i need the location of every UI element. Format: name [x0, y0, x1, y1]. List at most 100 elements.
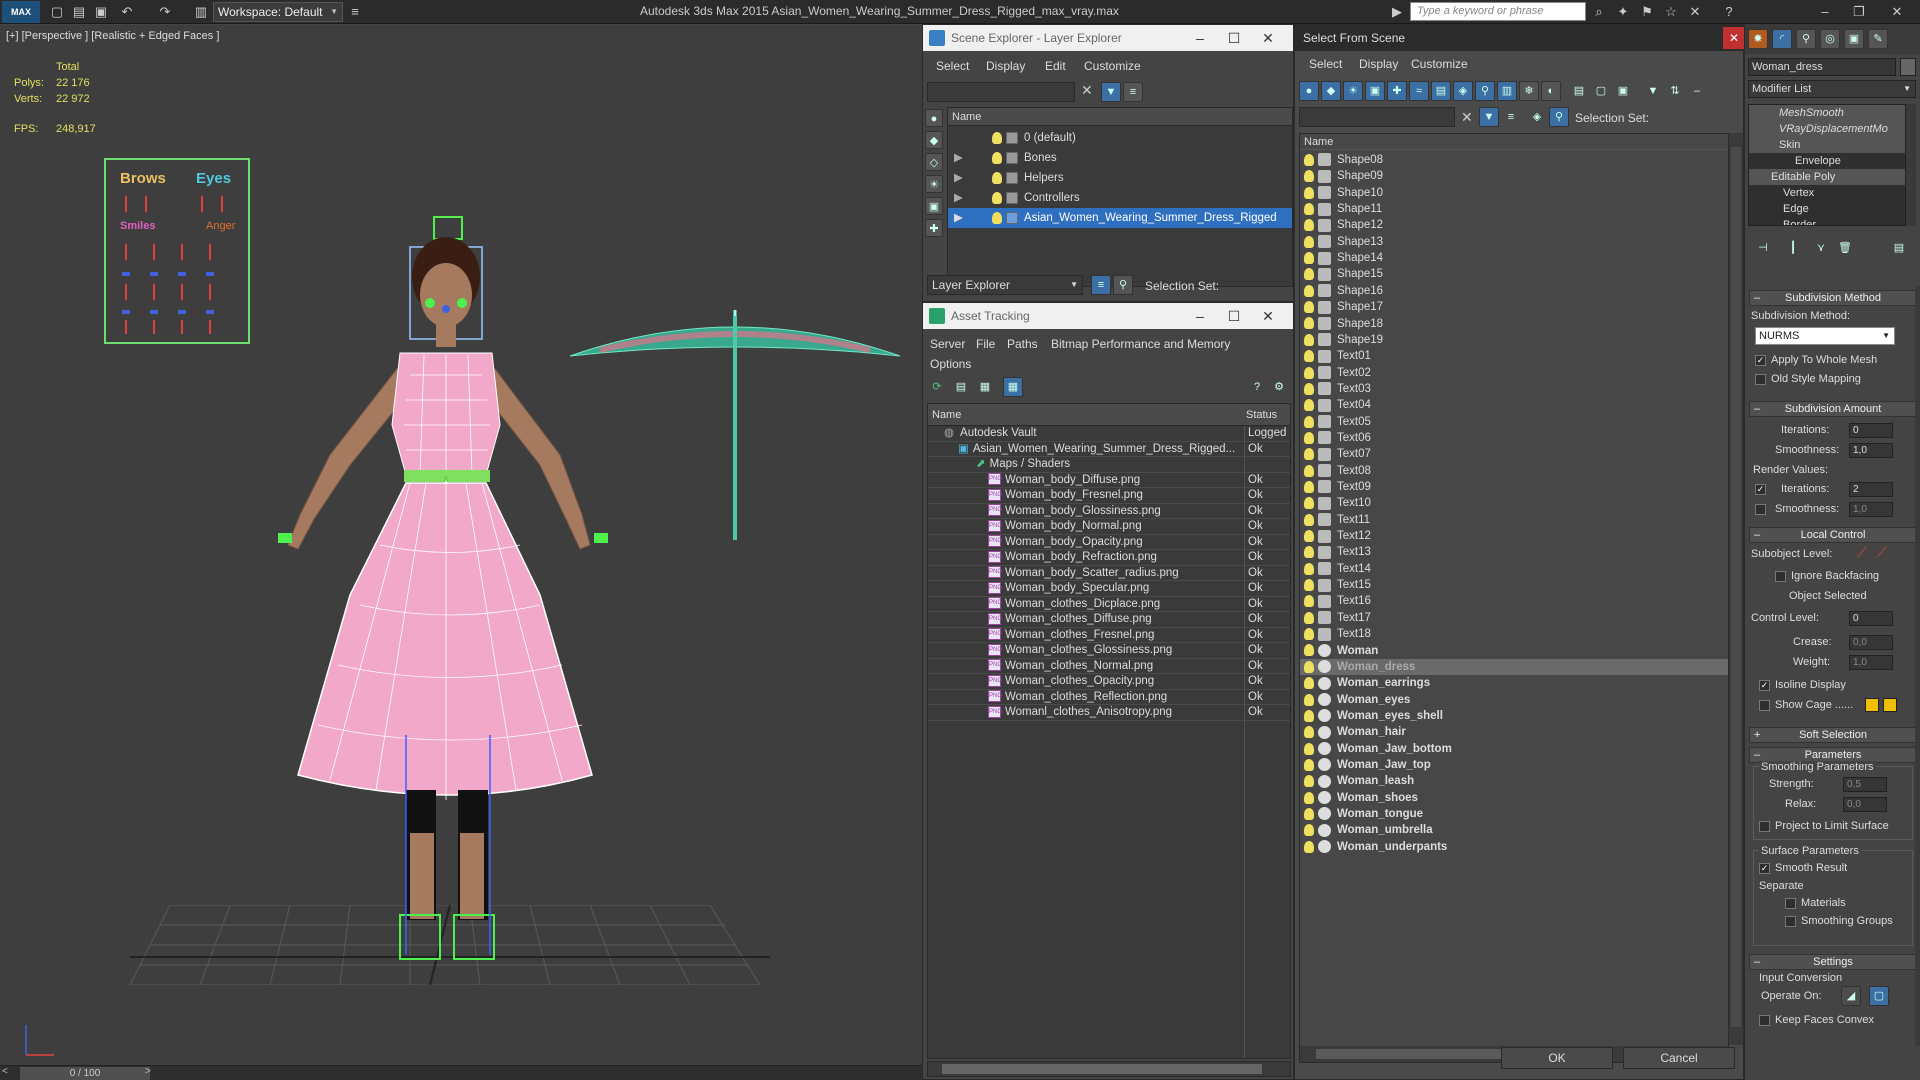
motion-tab-icon[interactable]: ◎	[1820, 29, 1840, 49]
binoculars-icon[interactable]: ⌕	[1590, 3, 1608, 21]
modifier-stack[interactable]: MeshSmooth VRayDisplacementMo Skin Envel…	[1748, 104, 1906, 226]
bulb-icon[interactable]	[1304, 775, 1314, 788]
select-none-icon[interactable]: ▢	[1591, 81, 1611, 101]
asset-row[interactable]: PNG Woman_clothes_Reflection.png Ok	[928, 690, 1290, 705]
bulb-icon[interactable]	[992, 191, 1002, 204]
layer-row[interactable]: ▶ Bones	[948, 148, 1292, 168]
filter-icon[interactable]: ▼	[1101, 82, 1121, 102]
asset-row[interactable]: ◍ Autodesk Vault Logged	[928, 426, 1290, 442]
asset-row[interactable]: PNG Woman_body_Glossiness.png Ok	[928, 504, 1290, 519]
scene-explorer-titlebar[interactable]: Scene Explorer - Layer Explorer – ☐ ✕	[923, 25, 1293, 51]
object-row[interactable]: Text18	[1300, 626, 1728, 642]
rollout-soft-selection[interactable]: + Soft Selection	[1749, 727, 1917, 743]
bulb-icon[interactable]	[1304, 464, 1314, 477]
grid-view-icon[interactable]: ▦	[1003, 377, 1023, 397]
asset-row[interactable]: PNG Woman_body_Opacity.png Ok	[928, 535, 1290, 550]
display-geometry-icon[interactable]: ◆	[925, 131, 943, 149]
bulb-icon[interactable]	[1304, 530, 1314, 543]
render-iterations-checkbox[interactable]: ✓	[1755, 484, 1766, 495]
object-row[interactable]: Text17	[1300, 610, 1728, 626]
maximize-icon[interactable]: ☐	[1221, 25, 1247, 51]
bulb-icon[interactable]	[1304, 513, 1314, 526]
bulb-icon[interactable]	[1304, 317, 1314, 330]
bulb-icon[interactable]	[1304, 709, 1314, 722]
modifier-list-dropdown[interactable]: Modifier List ▼	[1748, 80, 1916, 98]
object-row[interactable]: Woman_eyes	[1300, 692, 1728, 708]
object-row[interactable]: Text06	[1300, 430, 1728, 446]
subscription-icon[interactable]: ⚑	[1638, 3, 1656, 21]
asset-row[interactable]: PNG Woman_clothes_Diffuse.png Ok	[928, 612, 1290, 628]
layer-row[interactable]: ▶ Controllers	[948, 188, 1292, 208]
find-case-icon[interactable]: ▼	[1479, 107, 1499, 127]
bulb-icon[interactable]	[1304, 219, 1314, 232]
bulb-icon[interactable]	[992, 151, 1002, 164]
bulb-icon[interactable]	[992, 211, 1002, 224]
object-row[interactable]: Shape09	[1300, 168, 1728, 184]
filter-xrefs-icon[interactable]: ◈	[1453, 81, 1473, 101]
menu-options[interactable]: Options	[930, 357, 971, 371]
time-slider-bar[interactable]: < 0 / 100 >	[0, 1065, 922, 1080]
modify-tab-icon[interactable]: ◜	[1772, 29, 1792, 49]
bulb-icon[interactable]	[1304, 235, 1314, 248]
object-row[interactable]: Woman_underpants	[1300, 839, 1728, 855]
asset-row[interactable]: PNG Woman_body_Specular.png Ok	[928, 581, 1290, 597]
time-prev-icon[interactable]: <	[2, 1066, 8, 1077]
operate-on-polygons-icon[interactable]: ▢	[1869, 986, 1889, 1006]
bulb-icon[interactable]	[1304, 726, 1314, 739]
bulb-icon[interactable]	[1304, 595, 1314, 608]
hierarchy-tab-icon[interactable]: ⚲	[1796, 29, 1816, 49]
menu-paths[interactable]: Paths	[1007, 337, 1038, 351]
bulb-icon[interactable]	[1304, 807, 1314, 820]
bulb-icon[interactable]	[1304, 677, 1314, 690]
rollout-subdivision-amount[interactable]: – Subdivision Amount	[1749, 401, 1917, 417]
layer-row[interactable]: ▶ Helpers	[948, 168, 1292, 188]
filter-frozen-icon[interactable]: ❄	[1519, 81, 1539, 101]
display-tab-icon[interactable]: ▣	[1844, 29, 1864, 49]
pin-stack-icon[interactable]: ⊣	[1753, 238, 1773, 258]
bulb-icon[interactable]	[1304, 693, 1314, 706]
help-icon[interactable]: ?	[1247, 377, 1267, 397]
menu-customize[interactable]: Customize	[1411, 57, 1468, 71]
rollout-local-control[interactable]: – Local Control	[1749, 527, 1917, 543]
scene-explorer-search-input[interactable]	[927, 82, 1075, 102]
expand-icon[interactable]: ▶	[954, 148, 978, 168]
object-row[interactable]: Text12	[1300, 528, 1728, 544]
relax-spinner[interactable]: 0,0	[1843, 797, 1887, 812]
object-row[interactable]: Woman_earrings	[1300, 675, 1728, 691]
object-row[interactable]: Shape15	[1300, 266, 1728, 282]
object-row[interactable]: Woman_Jaw_top	[1300, 757, 1728, 773]
scroll-thumb[interactable]	[942, 1064, 1262, 1074]
rollout-settings[interactable]: – Settings	[1749, 954, 1917, 970]
time-next-icon[interactable]: >	[145, 1066, 151, 1077]
object-row[interactable]: Text15	[1300, 577, 1728, 593]
select-search-input[interactable]	[1299, 107, 1455, 127]
table-view-icon[interactable]: ▦	[975, 377, 995, 397]
select-from-scene-titlebar[interactable]: Select From Scene ✕	[1295, 25, 1745, 51]
layer-options-icon[interactable]: ≡	[1501, 107, 1521, 127]
bulb-icon[interactable]	[1304, 660, 1314, 673]
save-icon[interactable]: ▣	[92, 3, 110, 21]
object-row[interactable]: Text09	[1300, 479, 1728, 495]
asset-row[interactable]: PNG Woman_body_Scatter_radius.png Ok	[928, 566, 1290, 581]
bulb-icon[interactable]	[1304, 399, 1314, 412]
asset-row[interactable]: PNG Woman_body_Normal.png Ok	[928, 519, 1290, 535]
smooth-result-checkbox[interactable]: ✓	[1759, 863, 1770, 874]
asset-row[interactable]: PNG Woman_clothes_Opacity.png Ok	[928, 674, 1290, 690]
cancel-button[interactable]: Cancel	[1623, 1047, 1735, 1069]
strength-spinner[interactable]: 0,5	[1843, 777, 1887, 792]
maximize-icon[interactable]: ❐	[1846, 2, 1872, 22]
asset-row[interactable]: PNG Woman_clothes_Normal.png Ok	[928, 659, 1290, 674]
woman-model[interactable]	[210, 215, 670, 975]
render-smoothness-checkbox[interactable]	[1755, 504, 1766, 515]
expand-icon[interactable]: ▶	[954, 168, 978, 188]
make-unique-icon[interactable]: ⋎	[1811, 238, 1831, 258]
asset-tracking-titlebar[interactable]: Asset Tracking – ☐ ✕	[923, 303, 1293, 329]
bulb-icon[interactable]	[1304, 742, 1314, 755]
modifier-stack-item[interactable]: Border	[1749, 217, 1905, 225]
clear-search-icon[interactable]: ✕	[1461, 109, 1473, 126]
bulb-icon[interactable]	[1304, 170, 1314, 183]
object-color-swatch[interactable]	[1900, 58, 1916, 76]
cage-color-swatch-2[interactable]	[1883, 698, 1897, 712]
expand-icon[interactable]: ▶	[954, 208, 978, 228]
object-name-field[interactable]: Woman_dress	[1748, 58, 1896, 76]
